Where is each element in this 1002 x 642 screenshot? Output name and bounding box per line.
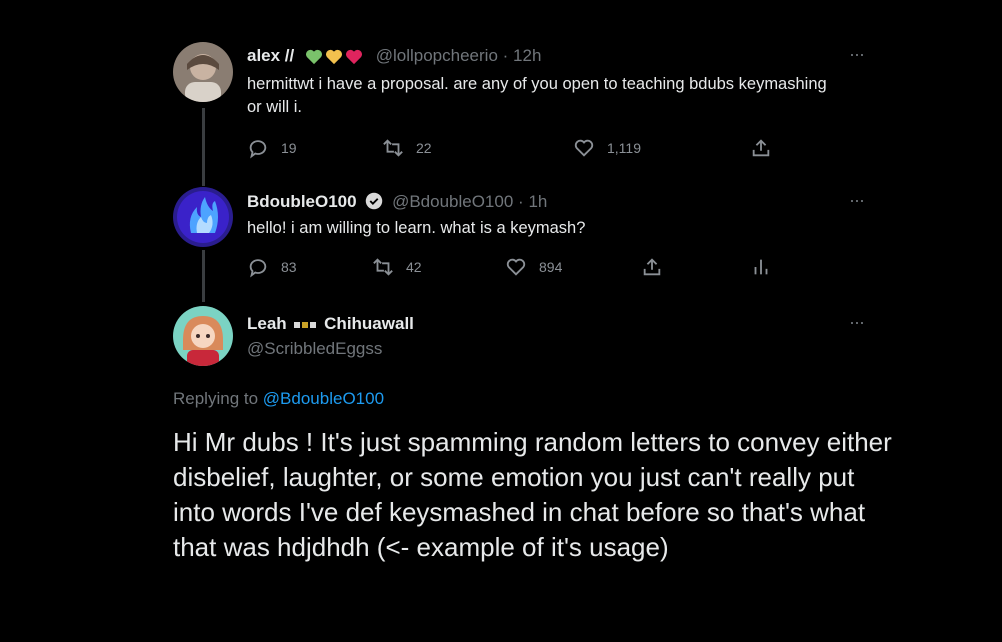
retweet-button[interactable]: 22: [382, 137, 432, 159]
replying-mention-link[interactable]: @BdoubleO100: [263, 389, 384, 408]
reply-button[interactable]: 83: [247, 256, 297, 278]
heart-emojis: [305, 49, 365, 65]
share-icon: [643, 258, 661, 276]
main-tweet-text: Hi Mr dubs ! It's just spamming random l…: [173, 427, 892, 562]
share-button[interactable]: [750, 137, 784, 159]
yellow-heart-icon: [326, 49, 342, 64]
tweet-actions: 19 22 1,119: [247, 137, 807, 161]
more-options-icon[interactable]: ···: [849, 44, 865, 65]
retweet-button[interactable]: 42: [372, 256, 422, 278]
display-name-first[interactable]: Leah: [247, 314, 287, 333]
share-button[interactable]: [641, 256, 675, 278]
display-name-second[interactable]: Chihuawall: [324, 314, 414, 333]
timestamp[interactable]: 12h: [513, 46, 541, 65]
display-name[interactable]: alex //: [247, 46, 294, 65]
replying-prefix: Replying to: [173, 389, 259, 408]
avatar[interactable]: [173, 306, 233, 366]
timestamp[interactable]: 1h: [528, 192, 547, 211]
retweet-count: 22: [416, 140, 432, 156]
tweet-header: alex // @lollpopcheerio · 12h: [247, 46, 541, 66]
replying-to-line: Replying to @BdoubleO100: [173, 389, 384, 409]
avatar[interactable]: [173, 187, 233, 247]
reply-icon: [249, 140, 267, 159]
tweet-text: hello! i am willing to learn. what is a …: [247, 219, 586, 237]
red-heart-icon: [346, 49, 362, 64]
separator: ·: [518, 192, 524, 211]
display-name[interactable]: BdoubleO100: [247, 192, 357, 211]
handle[interactable]: @ScribbledEggss: [247, 339, 382, 359]
share-icon: [752, 139, 770, 157]
handle[interactable]: @BdoubleO100: [392, 192, 513, 211]
retweet-count: 42: [406, 259, 422, 275]
like-count: 894: [539, 259, 563, 275]
flag-emoji-icon: [294, 321, 317, 328]
more-options-icon[interactable]: ···: [849, 312, 865, 333]
analytics-button[interactable]: [750, 256, 784, 278]
like-button[interactable]: 894: [505, 256, 562, 278]
reply-button[interactable]: 19: [247, 137, 297, 159]
reply-count: 83: [281, 259, 297, 275]
thread-line-1: [202, 108, 205, 186]
tweet-header: BdoubleO100 @BdoubleO100 · 1h: [247, 192, 547, 212]
verified-badge-icon: [366, 192, 383, 210]
reply-count: 19: [281, 140, 297, 156]
user-name-row: Leah Chihuawall: [247, 314, 414, 334]
avatar[interactable]: [173, 42, 233, 102]
reply-icon: [249, 259, 267, 278]
analytics-icon: [754, 259, 768, 275]
retweet-icon: [383, 139, 403, 157]
handle[interactable]: @lollpopcheerio: [376, 46, 498, 65]
like-button[interactable]: 1,119: [573, 137, 641, 159]
green-heart-icon: [306, 49, 322, 64]
retweet-icon: [373, 258, 393, 276]
like-count: 1,119: [607, 140, 641, 156]
separator: ·: [502, 46, 509, 65]
heart-icon: [506, 258, 526, 276]
tweet-actions: 83 42 894: [247, 256, 787, 280]
heart-icon: [574, 139, 594, 157]
tweet-text: hermittwt i have a proposal. are any of …: [247, 75, 827, 116]
more-options-icon[interactable]: ···: [849, 190, 865, 211]
thread-line-2: [202, 250, 205, 302]
